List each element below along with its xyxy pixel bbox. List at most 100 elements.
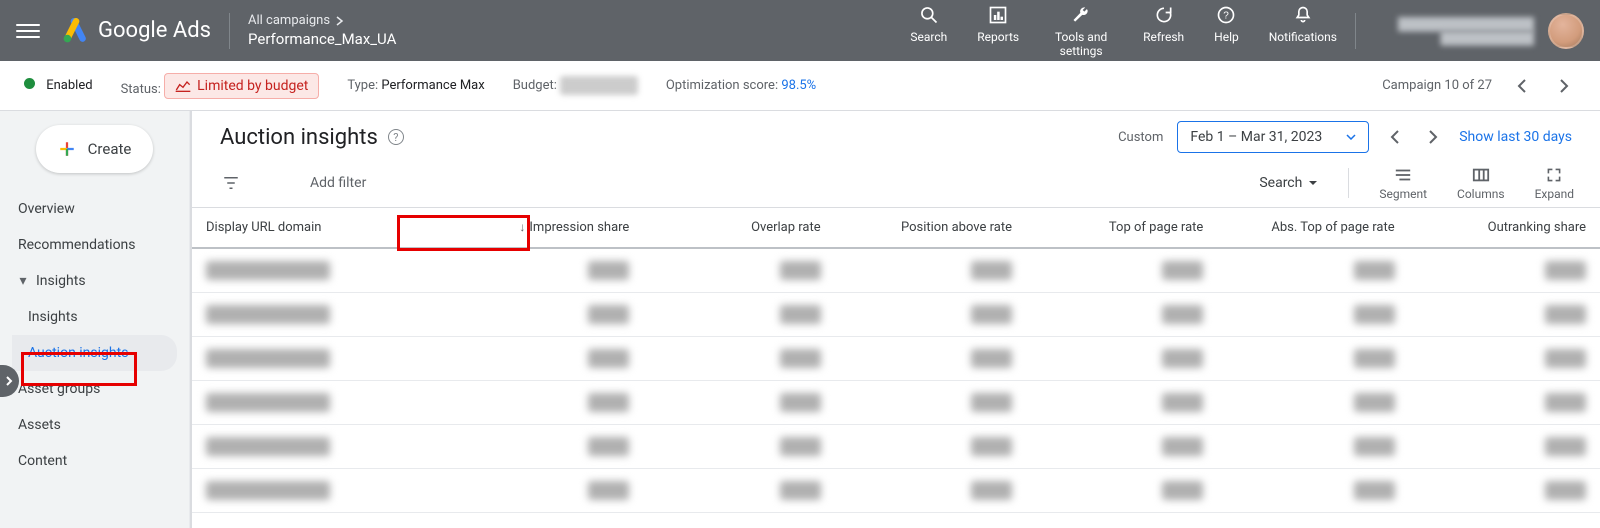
- table-row[interactable]: domainxxxxxxxxxxxx: [192, 381, 1600, 425]
- sidebar-item-recommendations[interactable]: Recommendations: [12, 227, 177, 263]
- auction-insights-table: Display URL domain ↓Impression share Ove…: [192, 208, 1600, 513]
- expand-button[interactable]: Expand: [1535, 165, 1574, 201]
- date-prev-button[interactable]: [1383, 125, 1407, 149]
- cell-redacted: domain: [206, 349, 330, 368]
- segment-button[interactable]: Segment: [1379, 165, 1427, 201]
- create-button-label: Create: [88, 140, 132, 158]
- cell-redacted: domain: [206, 481, 330, 500]
- breadcrumb-level-1: All campaigns: [248, 13, 330, 28]
- cell-redacted: xx: [971, 437, 1012, 456]
- google-ads-logo[interactable]: Google Ads: [62, 18, 211, 44]
- sidebar-item-insights[interactable]: Insights: [12, 299, 177, 335]
- page-title: Auction insights ?: [220, 125, 404, 150]
- cell-redacted: xx: [971, 393, 1012, 412]
- add-filter-button[interactable]: Add filter: [310, 175, 366, 191]
- sidebar-item-content[interactable]: Content: [12, 443, 177, 479]
- cell-redacted: xx: [1545, 481, 1586, 500]
- cell-redacted: xx: [588, 305, 629, 324]
- opt-score-link[interactable]: 98.5%: [781, 78, 816, 93]
- table-row[interactable]: domainxxxxxxxxxxxx: [192, 293, 1600, 337]
- chevron-right-icon: [4, 375, 14, 387]
- help-icon[interactable]: ?: [388, 129, 404, 145]
- top-header: Google Ads All campaigns Performance_Max…: [0, 0, 1600, 61]
- tools-icon: [1071, 5, 1091, 25]
- col-position-above-rate[interactable]: Position above rate: [835, 208, 1026, 248]
- account-area[interactable]: ████████████████ ███████████: [1398, 13, 1584, 49]
- date-range-picker[interactable]: Feb 1 – Mar 31, 2023: [1177, 121, 1369, 153]
- cell-redacted: xx: [1354, 305, 1395, 324]
- col-abs-top-of-page-rate[interactable]: Abs. Top of page rate: [1217, 208, 1408, 248]
- bell-icon: [1293, 5, 1313, 25]
- nav-menu-button[interactable]: [16, 19, 40, 43]
- header-tools-button[interactable]: Tools and settings: [1049, 4, 1113, 58]
- content: Auction insights ? Custom Feb 1 – Mar 31…: [190, 111, 1600, 528]
- header-help-button[interactable]: ? Help: [1214, 4, 1239, 44]
- table-row[interactable]: domainxxxxxxxxxxxx: [192, 337, 1600, 381]
- optimization-score: Optimization score: 98.5%: [666, 78, 816, 93]
- sidebar-item-asset-groups[interactable]: Asset groups: [12, 371, 177, 407]
- col-overlap-rate[interactable]: Overlap rate: [643, 208, 834, 248]
- sidebar-item-insights-group[interactable]: ▾ Insights: [12, 263, 177, 299]
- cell-redacted: xx: [780, 393, 821, 412]
- header-notifications-button[interactable]: Notifications: [1269, 4, 1337, 44]
- cell-redacted: xx: [1162, 393, 1203, 412]
- header-search-label: Search: [910, 30, 947, 44]
- sidebar-item-auction-insights[interactable]: Auction insights: [12, 335, 177, 371]
- cell-redacted: xx: [588, 437, 629, 456]
- cell-redacted: xx: [1354, 393, 1395, 412]
- ads-logo-icon: [62, 18, 88, 44]
- cell-redacted: xx: [971, 261, 1012, 280]
- segment-icon: [1394, 167, 1412, 183]
- cell-redacted: xx: [780, 349, 821, 368]
- cell-redacted: xx: [1354, 437, 1395, 456]
- chevron-left-icon: [1390, 130, 1400, 144]
- col-impression-share[interactable]: ↓Impression share: [452, 208, 643, 248]
- prev-campaign-button[interactable]: [1510, 74, 1534, 98]
- cell-redacted: xx: [1354, 349, 1395, 368]
- sort-desc-icon: ↓: [519, 220, 525, 234]
- reports-icon: [988, 5, 1008, 25]
- table-row[interactable]: domainxxxxxxxxxxxx: [192, 469, 1600, 513]
- cell-redacted: xx: [1354, 261, 1395, 280]
- sidebar-item-overview[interactable]: Overview: [12, 191, 177, 227]
- cell-redacted: xx: [1545, 349, 1586, 368]
- cell-redacted: xx: [780, 305, 821, 324]
- account-text: ████████████████ ███████████: [1398, 17, 1534, 45]
- cell-redacted: xx: [1354, 481, 1395, 500]
- create-button[interactable]: Create: [36, 125, 154, 173]
- chevron-right-icon: [336, 16, 344, 26]
- header-help-label: Help: [1214, 30, 1239, 44]
- status-chip-label: Limited by budget: [197, 78, 308, 94]
- campaign-pager-label: Campaign 10 of 27: [1382, 78, 1492, 93]
- campaign-status: Status: Limited by budget: [121, 73, 320, 99]
- campaign-type: Type: Performance Max: [347, 78, 484, 93]
- cell-redacted: xx: [588, 349, 629, 368]
- header-refresh-button[interactable]: Refresh: [1143, 4, 1184, 44]
- campaign-budget: Budget: $XXXX/day: [513, 78, 638, 93]
- date-range-custom-label: Custom: [1118, 130, 1163, 145]
- cell-redacted: xx: [780, 261, 821, 280]
- header-reports-button[interactable]: Reports: [977, 4, 1019, 44]
- header-search-button[interactable]: Search: [910, 4, 947, 44]
- breadcrumb[interactable]: All campaigns Performance_Max_UA: [248, 13, 396, 48]
- refresh-icon: [1154, 5, 1174, 25]
- col-top-of-page-rate[interactable]: Top of page rate: [1026, 208, 1217, 248]
- cell-redacted: domain: [206, 437, 330, 456]
- col-outranking-share[interactable]: Outranking share: [1409, 208, 1600, 248]
- avatar[interactable]: [1548, 13, 1584, 49]
- header-refresh-label: Refresh: [1143, 30, 1184, 44]
- filter-icon[interactable]: [222, 174, 240, 192]
- show-last-30-link[interactable]: Show last 30 days: [1459, 129, 1572, 145]
- product-name: Google Ads: [98, 18, 211, 43]
- cell-redacted: xx: [971, 481, 1012, 500]
- table-row[interactable]: domainxxxxxxxxxxxx: [192, 425, 1600, 469]
- columns-button[interactable]: Columns: [1457, 165, 1505, 201]
- table-row[interactable]: domainxxxxxxxxxxxx: [192, 248, 1600, 293]
- col-display-url-domain[interactable]: Display URL domain: [192, 208, 452, 248]
- sidebar-item-assets[interactable]: Assets: [12, 407, 177, 443]
- date-next-button[interactable]: [1421, 125, 1445, 149]
- chart-warn-icon: [175, 79, 191, 93]
- next-campaign-button[interactable]: [1552, 74, 1576, 98]
- status-chip[interactable]: Limited by budget: [164, 73, 319, 99]
- table-search-button[interactable]: Search: [1259, 175, 1318, 191]
